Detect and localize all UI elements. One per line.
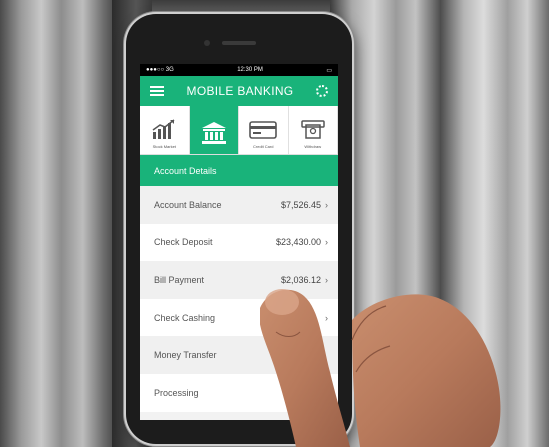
- row-label: Check Deposit: [154, 237, 213, 248]
- row-label: Account Balance: [154, 199, 222, 210]
- signal-indicator: ●●●○○ 3G: [146, 67, 174, 73]
- smartphone: ●●●○○ 3G 12:30 PM ▭ MOBILE BANKING Stock…: [126, 14, 352, 444]
- phone-screen: ●●●○○ 3G 12:30 PM ▭ MOBILE BANKING Stock…: [140, 64, 338, 420]
- row-amount: $23,430.00: [275, 237, 321, 248]
- tile-label: Withdraw: [304, 144, 322, 149]
- feature-tiles: Stock Market Credit Card Withdraw: [140, 106, 338, 155]
- row-label: Check Cashing: [154, 312, 216, 323]
- chevron-right-icon: ›: [325, 237, 328, 248]
- row-amount: $7,526.45: [280, 199, 321, 210]
- tile-label: Stock Market: [152, 144, 176, 149]
- row-label: Money Transfer: [154, 350, 217, 361]
- atm-icon: [301, 120, 325, 139]
- tile-withdraw[interactable]: Withdraw: [289, 106, 338, 154]
- status-time: 12:30 PM: [237, 67, 263, 73]
- tile-credit-card[interactable]: Credit Card: [239, 106, 289, 154]
- row-amount: $2,036.12: [280, 274, 321, 285]
- tile-bank[interactable]: [189, 106, 239, 154]
- row-label: Bill Payment: [154, 274, 205, 285]
- row-amount: $1,20: [305, 387, 328, 398]
- column-left: [0, 0, 118, 447]
- list-item-check-deposit[interactable]: Check Deposit $23,430.00 ›: [140, 223, 338, 262]
- menu-icon[interactable]: [150, 86, 164, 96]
- status-bar: ●●●○○ 3G 12:30 PM ▭: [140, 64, 338, 76]
- card-icon: [249, 121, 278, 139]
- list-item-check-cashing[interactable]: Check Cashing ›: [140, 298, 338, 337]
- tile-stock-market[interactable]: Stock Market: [140, 106, 190, 154]
- speaker-grille: [222, 41, 256, 45]
- chart-icon: [152, 119, 175, 139]
- gear-icon[interactable]: [316, 85, 328, 97]
- bank-icon: [201, 122, 226, 144]
- section-title: Account Details: [154, 165, 217, 176]
- list-item-account-balance[interactable]: Account Balance $7,526.45 ›: [140, 186, 338, 224]
- chevron-right-icon: ›: [325, 199, 328, 210]
- battery-icon: ▭: [326, 67, 332, 74]
- account-list: Account Balance $7,526.45 › Check Deposit…: [140, 186, 338, 412]
- chevron-right-icon: ›: [325, 274, 328, 285]
- tile-label: Credit Card: [253, 144, 274, 149]
- app-title: MOBILE BANKING: [186, 84, 294, 98]
- list-item-bill-payment[interactable]: Bill Payment $2,036.12 ›: [140, 261, 338, 299]
- list-item-processing[interactable]: Processing $1,20: [140, 373, 338, 412]
- column-right: [440, 0, 549, 447]
- row-label: Processing: [154, 387, 199, 398]
- section-header: Account Details: [140, 155, 338, 186]
- camera-icon: [204, 40, 210, 46]
- chevron-right-icon: ›: [325, 312, 328, 323]
- list-item-money-transfer[interactable]: Money Transfer: [140, 336, 338, 374]
- app-header: MOBILE BANKING: [140, 76, 338, 106]
